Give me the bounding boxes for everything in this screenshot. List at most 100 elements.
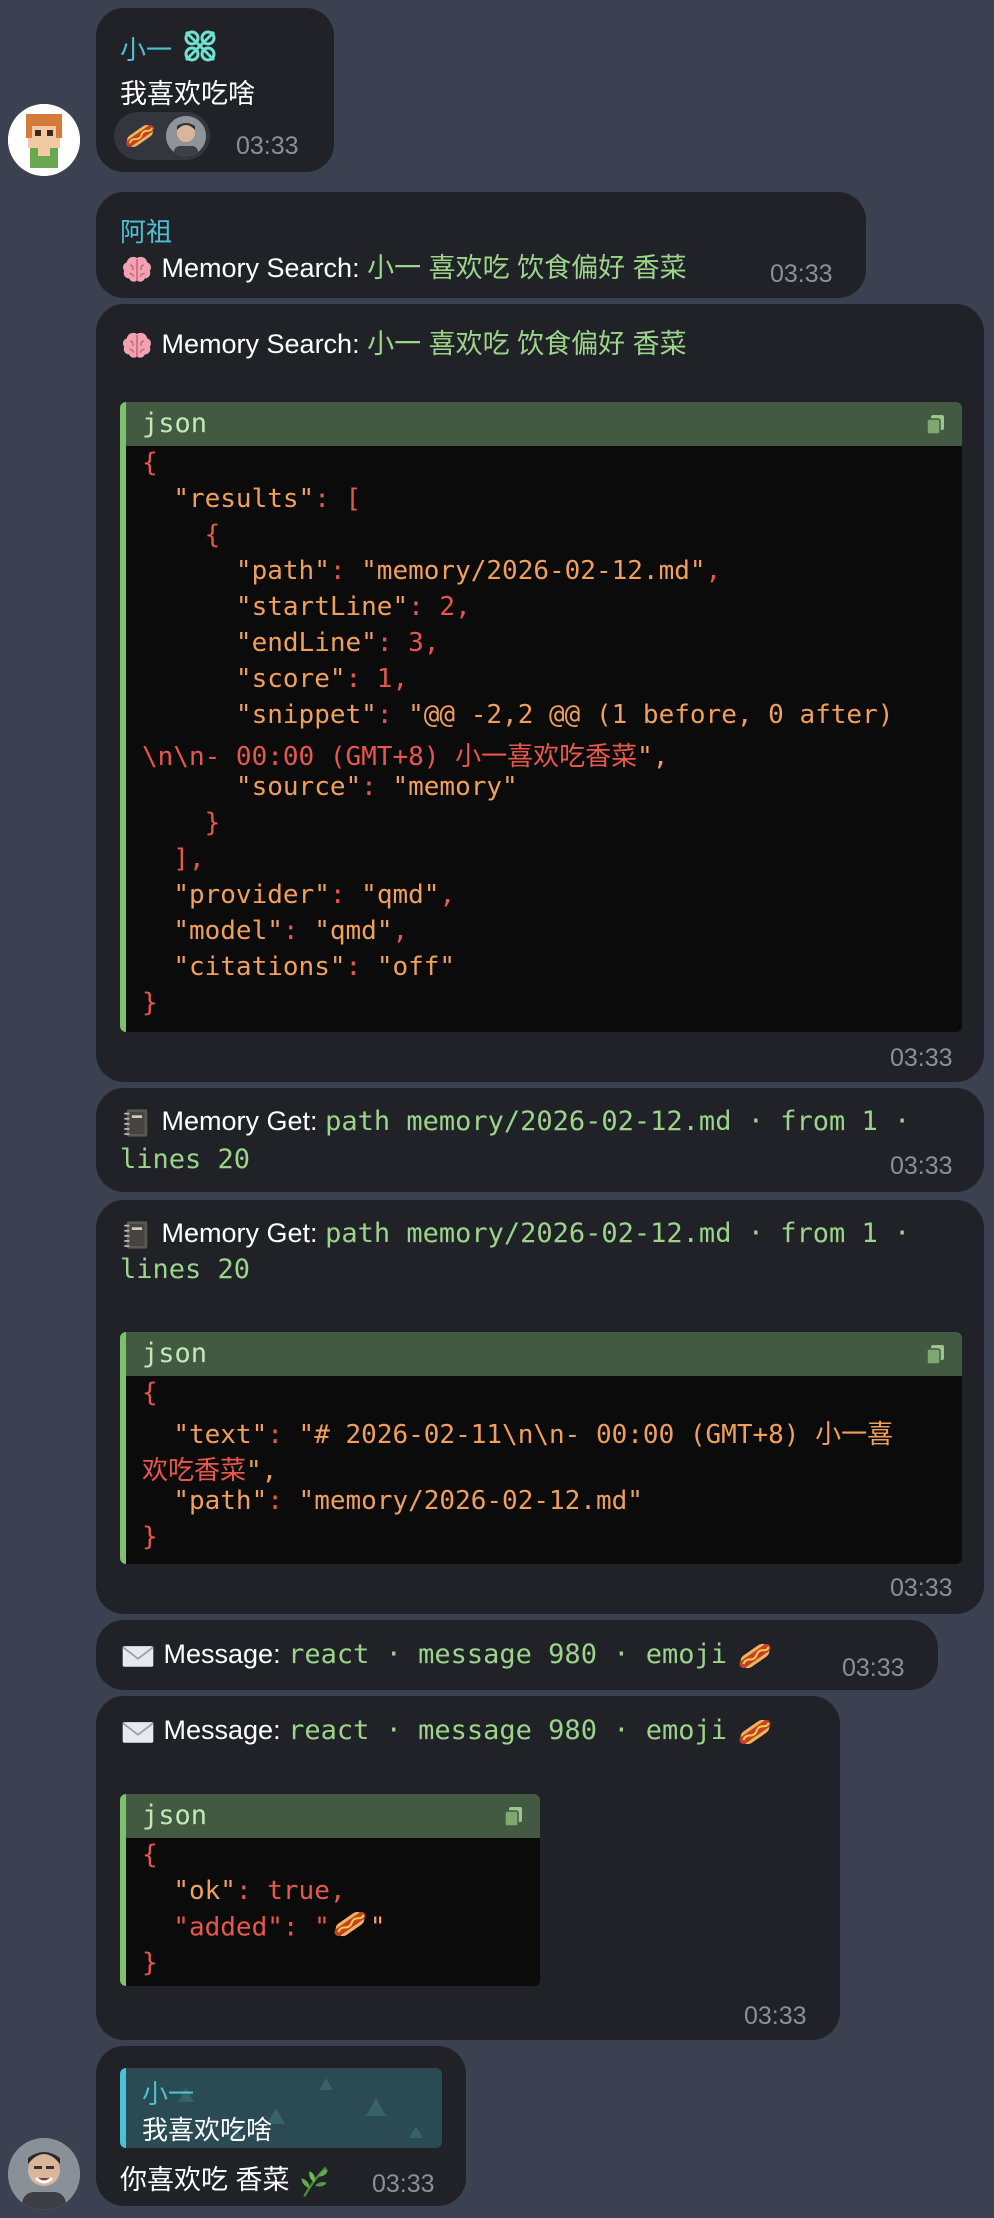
- tool-args: 小一 喜欢吃 饮食偏好 香菜: [367, 253, 687, 283]
- tool-args: react · message 980 · emoji: [288, 1715, 727, 1747]
- tool-args-line1: path memory/2026-02-12.md · from 1 ·: [325, 1106, 911, 1138]
- quote-sender: 小一: [142, 2079, 195, 2109]
- code-line: }: [142, 988, 158, 1018]
- code-line: {: [142, 520, 221, 550]
- tool-call-line: Message: react · message 980 · emoji: [120, 1636, 775, 1676]
- tool-label: Memory Search:: [161, 329, 360, 359]
- code-block: json { "results": [ { "path": "memory/20…: [120, 402, 962, 1032]
- code-line: "citations": "off": [173, 952, 456, 982]
- code-line: "text": "# 2026-02-11\n\n- 00:00 (GMT+8)…: [173, 1420, 894, 1450]
- reaction-pill[interactable]: [114, 112, 210, 160]
- herb-icon: [297, 2164, 333, 2200]
- avatar-xiaoyi[interactable]: [8, 104, 80, 176]
- code-line: "ok": true,: [173, 1876, 346, 1906]
- code-line: "startLine": 2,: [235, 592, 471, 622]
- message-bubble-1[interactable]: 小一 我喜欢吃啥 03:33: [96, 8, 334, 172]
- reply-quote[interactable]: 小一 我喜欢吃啥: [120, 2068, 442, 2148]
- code-block: json { "text": "# 2026-02-11\n\n- 00:00 …: [120, 1332, 962, 1564]
- code-line: "snippet": "@@ -2,2 @@ (1 before, 0 afte…: [235, 700, 894, 730]
- message-text: 你喜欢吃 香菜: [120, 2165, 290, 2195]
- brain-icon: [120, 329, 154, 363]
- quote-text: 我喜欢吃啥: [142, 2115, 273, 2145]
- hotdog-icon: [735, 1712, 775, 1752]
- message-bubble-5[interactable]: Memory Get: path memory/2026-02-12.md · …: [96, 1200, 984, 1614]
- envelope-icon: [120, 1638, 156, 1674]
- tool-args-line2: lines 20: [120, 1254, 251, 1285]
- code-line: 欢吃香菜",: [142, 1456, 278, 1486]
- copy-icon[interactable]: [924, 1342, 948, 1366]
- notebook-icon: [120, 1218, 154, 1252]
- code-block: json { "ok": true, "added": " " }: [120, 1794, 540, 1986]
- copy-icon[interactable]: [502, 1804, 526, 1828]
- tool-call-line: Memory Search: 小一 喜欢吃 饮食偏好 香菜: [120, 246, 687, 287]
- message-text: 我喜欢吃啥: [120, 79, 255, 109]
- tool-args: 小一 喜欢吃 饮食偏好 香菜: [367, 329, 687, 359]
- message-time: 03:33: [890, 1574, 953, 1602]
- message-time: 03:33: [890, 1044, 953, 1072]
- tool-call-line: Message: react · message 980 · emoji: [120, 1712, 775, 1752]
- notebook-icon: [120, 1106, 154, 1140]
- code-body: { "text": "# 2026-02-11\n\n- 00:00 (GMT+…: [120, 1376, 962, 1564]
- tool-label: Message:: [163, 1715, 281, 1746]
- code-language: json: [142, 408, 208, 439]
- code-language: json: [142, 1800, 208, 1831]
- avatar-azu[interactable]: [8, 2138, 80, 2210]
- code-line: "model": "qmd",: [173, 916, 409, 946]
- message-bubble-6[interactable]: Message: react · message 980 · emoji 03:…: [96, 1620, 938, 1690]
- tool-label: Message:: [163, 1639, 281, 1670]
- tool-label: Memory Search:: [161, 253, 360, 283]
- message-bubble-8[interactable]: 小一 我喜欢吃啥 你喜欢吃 香菜 03:33: [96, 2046, 466, 2206]
- code-line: ],: [142, 844, 205, 874]
- code-line: "provider": "qmd",: [173, 880, 456, 910]
- message-text-line: 你喜欢吃 香菜: [120, 2158, 333, 2200]
- sender-logo-icon: [180, 26, 220, 71]
- copy-icon[interactable]: [924, 412, 948, 436]
- message-time: 03:33: [770, 260, 833, 288]
- code-line: \n\n- 00:00 (GMT+8) 小一喜欢吃香菜",: [142, 742, 669, 772]
- code-language: json: [142, 1338, 208, 1369]
- code-line: "path": "memory/2026-02-12.md",: [235, 556, 722, 586]
- message-bubble-3[interactable]: Memory Search: 小一 喜欢吃 饮食偏好 香菜 json { "re…: [96, 304, 984, 1082]
- message-time: 03:33: [842, 1654, 905, 1682]
- message-time: 03:33: [890, 1152, 953, 1180]
- code-line: }: [142, 1522, 158, 1552]
- code-line: "endLine": 3,: [235, 628, 440, 658]
- tool-call-line: Memory Search: 小一 喜欢吃 饮食偏好 香菜: [120, 322, 687, 363]
- message-time: 03:33: [744, 2002, 807, 2030]
- tool-label: Memory Get:: [161, 1218, 318, 1249]
- code-line: {: [142, 448, 158, 478]
- hotdog-icon: [735, 1636, 775, 1676]
- code-header: json: [120, 1794, 540, 1838]
- hotdog-icon: [330, 1904, 370, 1944]
- code-line-text: "added": ": [142, 1912, 330, 1943]
- tool-args: react · message 980 · emoji: [288, 1639, 727, 1671]
- code-line: "path": "memory/2026-02-12.md": [173, 1486, 643, 1516]
- code-quote: ": [369, 1912, 386, 1943]
- hotdog-icon: [122, 118, 158, 154]
- tool-args-line2: lines 20: [120, 1144, 251, 1175]
- code-header: json: [120, 1332, 962, 1376]
- tool-call-line: Memory Get: path memory/2026-02-12.md · …: [120, 1106, 910, 1140]
- code-line: {: [142, 1840, 158, 1870]
- tool-call-line: Memory Get: path memory/2026-02-12.md · …: [120, 1218, 910, 1252]
- code-line: "score": 1,: [235, 664, 409, 694]
- message-time: 03:33: [236, 132, 299, 160]
- tool-args-line1: path memory/2026-02-12.md · from 1 ·: [325, 1218, 911, 1250]
- sender-name[interactable]: 小一: [120, 30, 172, 67]
- code-line: "results": [: [173, 484, 362, 514]
- code-line: }: [142, 1948, 158, 1978]
- code-body: { "results": [ { "path": "memory/2026-02…: [120, 446, 962, 1032]
- reaction-avatar: [166, 116, 206, 156]
- code-line: "added": " ": [142, 1912, 386, 1944]
- message-bubble-2[interactable]: 阿祖 Memory Search: 小一 喜欢吃 饮食偏好 香菜 03:33: [96, 192, 866, 298]
- sender-name[interactable]: 阿祖: [120, 212, 172, 249]
- code-body: { "ok": true, "added": " " }: [120, 1838, 540, 1986]
- envelope-icon: [120, 1714, 156, 1750]
- message-bubble-7[interactable]: Message: react · message 980 · emoji jso…: [96, 1696, 840, 2040]
- message-time: 03:33: [372, 2170, 435, 2198]
- code-line: "source": "memory": [235, 772, 518, 802]
- brain-icon: [120, 253, 154, 287]
- code-line: {: [142, 1378, 158, 1408]
- message-bubble-4[interactable]: Memory Get: path memory/2026-02-12.md · …: [96, 1088, 984, 1192]
- code-line: }: [142, 808, 221, 838]
